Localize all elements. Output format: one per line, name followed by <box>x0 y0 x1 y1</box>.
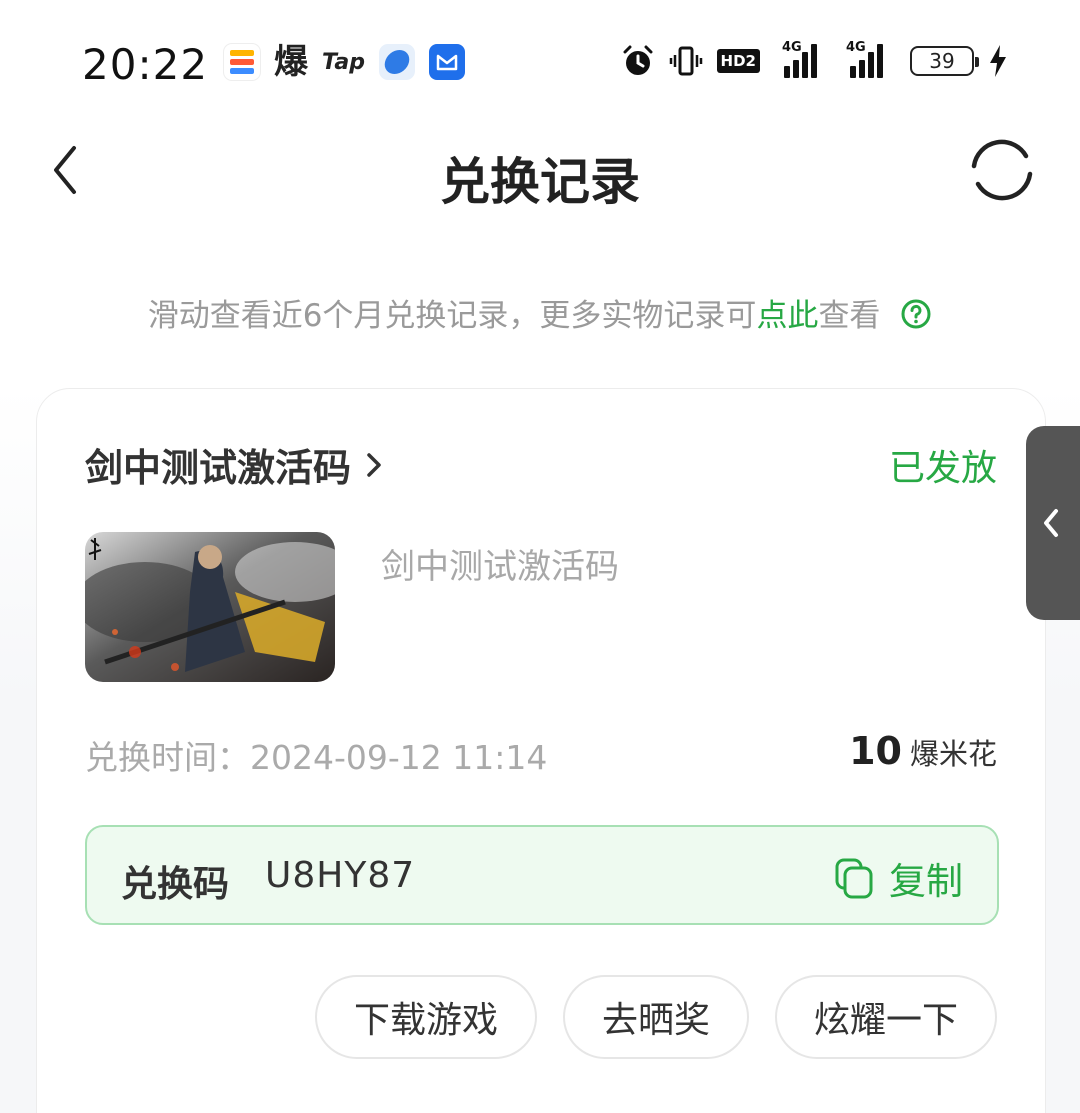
chevron-left-icon <box>1044 509 1058 537</box>
mail-app-icon <box>429 44 465 80</box>
price-unit: 爆米花 <box>909 737 997 771</box>
help-icon[interactable] <box>900 298 932 330</box>
record-title: 剑中测试激活码 <box>85 446 352 490</box>
item-name: 剑中测试激活码 <box>381 547 619 587</box>
battery-icon: 39 <box>910 46 979 76</box>
redeem-time: 兑换时间：2024-09-12 11:14 <box>85 738 548 777</box>
redeem-code-box: 兑换码 U8HY87 复制 <box>85 825 999 925</box>
charging-icon <box>990 45 1006 77</box>
tap-app-icon: Tap <box>322 49 365 75</box>
vibrate-icon <box>669 46 702 76</box>
chevron-right-icon <box>367 452 381 477</box>
copy-label: 复制 <box>889 860 963 903</box>
system-icons: HD2 4G 4G 39 <box>621 40 1008 78</box>
battery-level: 39 <box>929 49 955 73</box>
hd-voice-icon: HD2 <box>716 49 760 73</box>
price: 10 爆米花 <box>849 729 997 773</box>
price-amount: 10 <box>849 729 902 773</box>
signal-icon-2: 4G <box>846 40 896 78</box>
status-badge: 已发放 <box>888 448 997 489</box>
status-time: 20:22 <box>82 40 209 89</box>
notice-text-end: 查看 <box>818 298 881 334</box>
code-value: U8HY87 <box>265 855 416 896</box>
browser-app-icon <box>379 44 415 80</box>
copy-button[interactable]: 复制 <box>833 851 963 905</box>
refresh-button[interactable] <box>968 136 1036 204</box>
navigation-header: 兑换记录 <box>0 120 1080 220</box>
history-notice: 滑动查看近6个月兑换记录，更多实物记录可点此查看 <box>0 290 1080 335</box>
redemption-record-card: 剑中测试激活码 已发放 剑中测试激活码 兑换时间：2024-09-12 11:1… <box>36 388 1046 1113</box>
alarm-icon <box>623 45 653 75</box>
game-thumbnail <box>85 532 335 682</box>
code-label: 兑换码 <box>121 864 230 905</box>
notice-text: 滑动查看近6个月兑换记录，更多实物记录可 <box>147 298 757 334</box>
action-buttons: 下载游戏 去晒奖 炫耀一下 <box>315 975 997 1059</box>
brag-button[interactable]: 炫耀一下 <box>775 975 997 1059</box>
bao-app-icon: 爆 <box>274 42 308 82</box>
signal-icon-1: 4G <box>774 40 832 78</box>
side-drawer-tab[interactable] <box>1026 426 1080 620</box>
refresh-icon <box>971 139 1033 201</box>
status-bar: 20:22 爆 Tap HD2 4G 4G 39 <box>0 30 1080 100</box>
page-title: 兑换记录 <box>440 153 640 211</box>
notice-link[interactable]: 点此 <box>756 298 818 334</box>
download-game-button[interactable]: 下载游戏 <box>315 975 537 1059</box>
show-prize-button[interactable]: 去晒奖 <box>563 975 749 1059</box>
wallet-app-icon <box>224 44 260 80</box>
record-title-link[interactable]: 剑中测试激活码 <box>85 437 385 492</box>
copy-icon <box>835 858 873 899</box>
notification-icons: 爆 Tap <box>224 44 465 80</box>
